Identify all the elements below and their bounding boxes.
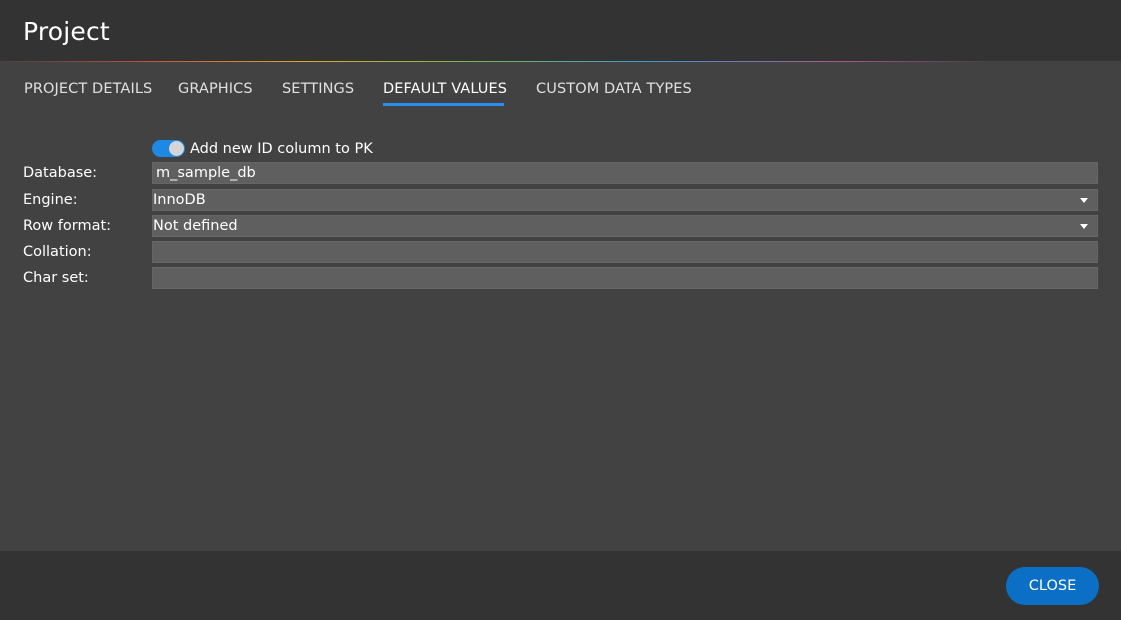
- database-value: m_sample_db: [156, 165, 256, 181]
- char-set-label: Char set:: [23, 270, 89, 286]
- row-format-label: Row format:: [23, 218, 112, 234]
- engine-label: Engine:: [23, 192, 78, 208]
- tab-settings[interactable]: SETTINGS: [282, 80, 354, 98]
- chevron-down-icon: [1080, 224, 1088, 229]
- row-format-value: Not defined: [153, 218, 238, 234]
- collation-input[interactable]: [152, 241, 1098, 263]
- row-format-select[interactable]: Not defined: [152, 215, 1098, 237]
- close-button[interactable]: CLOSE: [1006, 567, 1099, 605]
- toggle-knob: [169, 141, 184, 156]
- tab-bar: PROJECT DETAILS GRAPHICS SETTINGS DEFAUL…: [0, 62, 1121, 108]
- tab-default-values[interactable]: DEFAULT VALUES: [383, 80, 507, 98]
- dialog-footer: [0, 551, 1121, 620]
- database-label: Database:: [23, 165, 98, 181]
- active-tab-indicator: [383, 103, 504, 106]
- project-dialog: Project PROJECT DETAILS GRAPHICS SETTING…: [0, 0, 1121, 620]
- add-id-column-toggle[interactable]: [152, 140, 185, 157]
- tab-project-details[interactable]: PROJECT DETAILS: [24, 80, 152, 98]
- engine-select[interactable]: InnoDB: [152, 189, 1098, 211]
- engine-value: InnoDB: [153, 192, 206, 208]
- chevron-down-icon: [1080, 198, 1088, 203]
- add-id-column-label: Add new ID column to PK: [190, 141, 373, 157]
- dialog-title: Project: [23, 17, 110, 46]
- tab-graphics[interactable]: GRAPHICS: [178, 80, 253, 98]
- dialog-header: Project: [0, 0, 1121, 61]
- char-set-input[interactable]: [152, 267, 1098, 289]
- database-input[interactable]: m_sample_db: [152, 162, 1098, 184]
- collation-label: Collation:: [23, 244, 92, 260]
- tab-custom-data-types[interactable]: CUSTOM DATA TYPES: [536, 80, 692, 98]
